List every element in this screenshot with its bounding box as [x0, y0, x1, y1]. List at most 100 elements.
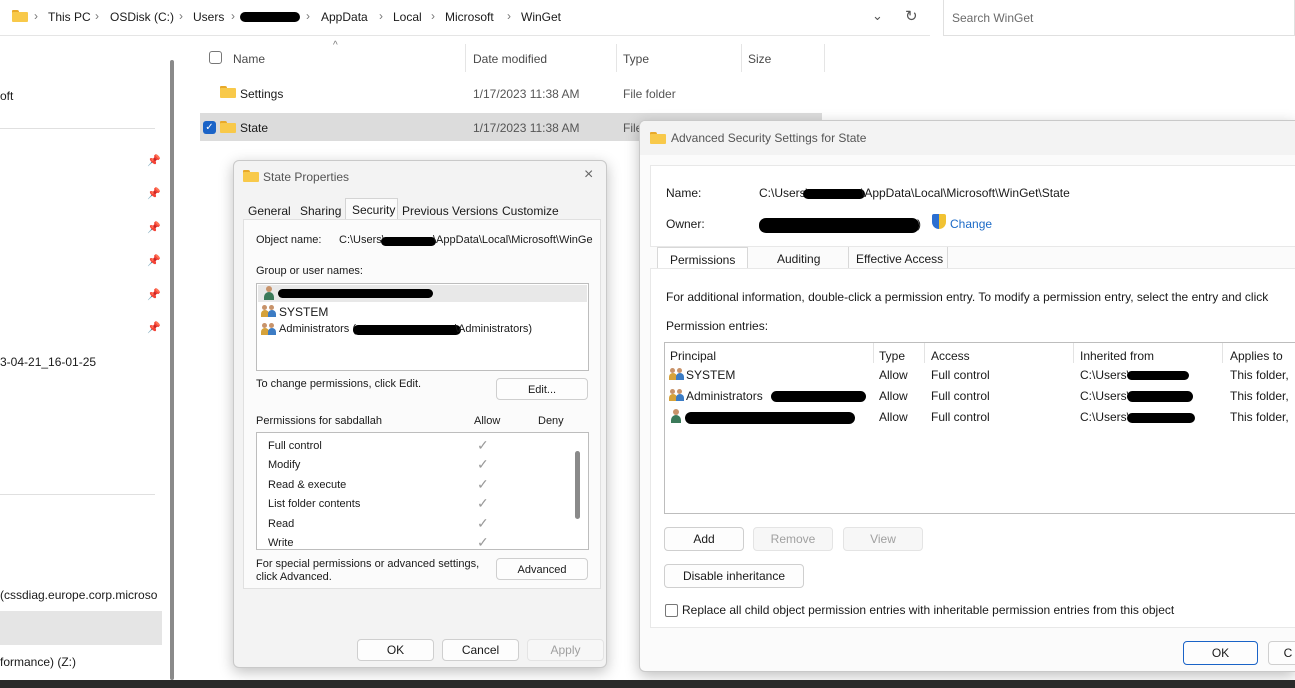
change-owner-link[interactable]: Change — [950, 217, 992, 231]
tab-customize[interactable]: Customize — [502, 204, 559, 218]
user-entry-selected[interactable] — [258, 285, 587, 302]
crumb-this-pc[interactable]: This PC — [48, 10, 91, 24]
column-header-size[interactable]: Size — [748, 52, 771, 66]
chevron-down-icon[interactable]: ⌄ — [872, 8, 883, 24]
ok-button-label: OK — [1211, 646, 1230, 660]
chevron-right-icon: › — [379, 9, 383, 23]
file-name: State — [240, 121, 269, 135]
tab-sharing[interactable]: Sharing — [300, 204, 341, 218]
user-entry[interactable]: Administrators ( \Administrators) — [258, 321, 587, 339]
column-inherited-from[interactable]: Inherited from — [1080, 349, 1154, 363]
column-header-name[interactable]: Name — [233, 52, 265, 66]
check-icon: ✓ — [477, 456, 489, 472]
nav-item-selected[interactable] — [0, 611, 162, 645]
check-icon: ✓ — [477, 437, 489, 453]
ok-button[interactable]: OK — [1183, 641, 1258, 665]
permissions-for-label: Permissions for sabdallah — [256, 415, 382, 427]
entry-applies: This folder, — [1230, 368, 1289, 382]
properties-dialog: State Properties × General Sharing Secur… — [233, 160, 607, 668]
permission-name: Full control — [268, 440, 322, 452]
entry-access: Full control — [931, 389, 990, 403]
close-icon[interactable]: × — [584, 166, 593, 184]
column-divider — [824, 44, 825, 72]
crumb-users[interactable]: Users — [193, 10, 224, 24]
tab-effective-access[interactable]: Effective Access — [856, 252, 943, 266]
change-permissions-text: To change permissions, click Edit. — [256, 378, 422, 390]
title-bar: Advanced Security Settings for State — [640, 121, 1295, 155]
redacted-user — [278, 289, 433, 298]
column-applies-to[interactable]: Applies to — [1230, 349, 1283, 363]
nav-item-partial[interactable]: oft — [0, 89, 13, 103]
refresh-icon[interactable]: ↻ — [905, 7, 918, 25]
entry-row[interactable]: SYSTEM Allow Full control C:\Users\ This… — [665, 364, 1295, 385]
advanced-button[interactable]: Advanced — [496, 558, 588, 580]
ok-button[interactable]: OK — [357, 639, 434, 661]
user-icon — [669, 409, 683, 423]
name-label: Name: — [666, 186, 702, 200]
crumb-winget[interactable]: WinGet — [521, 10, 561, 24]
name-value: C:\Users\ — [759, 186, 810, 200]
column-header-type[interactable]: Type — [623, 52, 649, 66]
crumb-appdata[interactable]: AppData — [321, 10, 368, 24]
select-all-checkbox[interactable] — [209, 51, 222, 64]
permission-row: Write ✓ — [257, 534, 567, 549]
nav-scrollbar[interactable] — [170, 60, 174, 680]
column-access[interactable]: Access — [931, 349, 970, 363]
permissions-scrollbar[interactable] — [575, 451, 580, 519]
disable-inheritance-button[interactable]: Disable inheritance — [664, 564, 804, 588]
entry-inherited: C:\Users\ — [1080, 410, 1131, 424]
permissions-tab-panel: For additional information, double-click… — [650, 268, 1295, 628]
apply-button[interactable]: Apply — [527, 639, 604, 661]
crumb-microsoft[interactable]: Microsoft — [445, 10, 494, 24]
file-row[interactable]: Settings 1/17/2023 11:38 AM File folder — [200, 80, 822, 106]
owner-label: Owner: — [666, 217, 705, 231]
tab-auditing[interactable]: Auditing — [777, 252, 820, 266]
file-name: Settings — [240, 87, 284, 101]
remove-button[interactable]: Remove — [753, 527, 833, 551]
nav-item-partial[interactable]: 3-04-21_16-01-25 — [0, 355, 96, 369]
entry-row[interactable]: Allow Full control C:\Users\ This folder… — [665, 406, 1295, 427]
entry-applies: This folder, — [1230, 410, 1289, 424]
cancel-button-partial[interactable]: C — [1268, 641, 1295, 665]
nav-item-partial[interactable]: formance) (Z:) — [0, 655, 76, 669]
user-entry[interactable]: SYSTEM — [258, 303, 587, 321]
crumb-osdisk[interactable]: OSDisk (C:) — [110, 10, 174, 24]
redacted-username — [240, 12, 300, 22]
row-checkbox-checked[interactable]: ✓ — [203, 121, 216, 134]
tab-security-active[interactable]: Security — [345, 198, 398, 220]
group-list[interactable]: SYSTEM Administrators ( \Administrators) — [256, 283, 589, 371]
nav-item-partial[interactable]: (cssdiag.europe.corp.microso — [0, 588, 162, 602]
column-type[interactable]: Type — [879, 349, 905, 363]
tab-general[interactable]: General — [248, 204, 291, 218]
column-divider — [465, 44, 466, 72]
entry-row[interactable]: Administrators Allow Full control C:\Use… — [665, 385, 1295, 406]
search-input[interactable]: Search WinGet — [943, 0, 1295, 36]
edit-button[interactable]: Edit... — [496, 378, 588, 400]
search-placeholder: Search WinGet — [952, 11, 1034, 25]
permission-entries-label: Permission entries: — [666, 319, 769, 333]
view-button[interactable]: View — [843, 527, 923, 551]
column-principal[interactable]: Principal — [670, 349, 716, 363]
permission-name: Read — [268, 518, 295, 530]
column-header-date[interactable]: Date modified — [473, 52, 547, 66]
group-icon — [261, 322, 276, 336]
crumb-local[interactable]: Local — [393, 10, 422, 24]
redacted-owner — [759, 218, 919, 233]
add-button[interactable]: Add — [664, 527, 744, 551]
replace-checkbox[interactable] — [665, 604, 678, 617]
ok-button-label: OK — [386, 643, 405, 657]
tab-permissions-active[interactable]: Permissions — [657, 247, 748, 269]
entry-inherited: C:\Users\ — [1080, 368, 1131, 382]
permission-entries-list[interactable]: Principal Type Access Inherited from App… — [664, 342, 1295, 514]
cancel-button[interactable]: Cancel — [442, 639, 519, 661]
file-date: 1/17/2023 11:38 AM — [473, 87, 580, 101]
column-divider — [1222, 343, 1223, 363]
tab-previous-versions[interactable]: Previous Versions — [402, 204, 498, 218]
tab-security-label: Security — [352, 203, 396, 217]
pin-icon: 📌 — [147, 322, 161, 334]
permission-name: Read & execute — [268, 479, 347, 491]
pin-icon: 📌 — [147, 188, 161, 200]
group-label: Group or user names: — [256, 265, 363, 277]
entry-access: Full control — [931, 410, 990, 424]
permissions-list[interactable]: Full control ✓ Modify ✓ Read & execute ✓ Li… — [256, 432, 589, 550]
